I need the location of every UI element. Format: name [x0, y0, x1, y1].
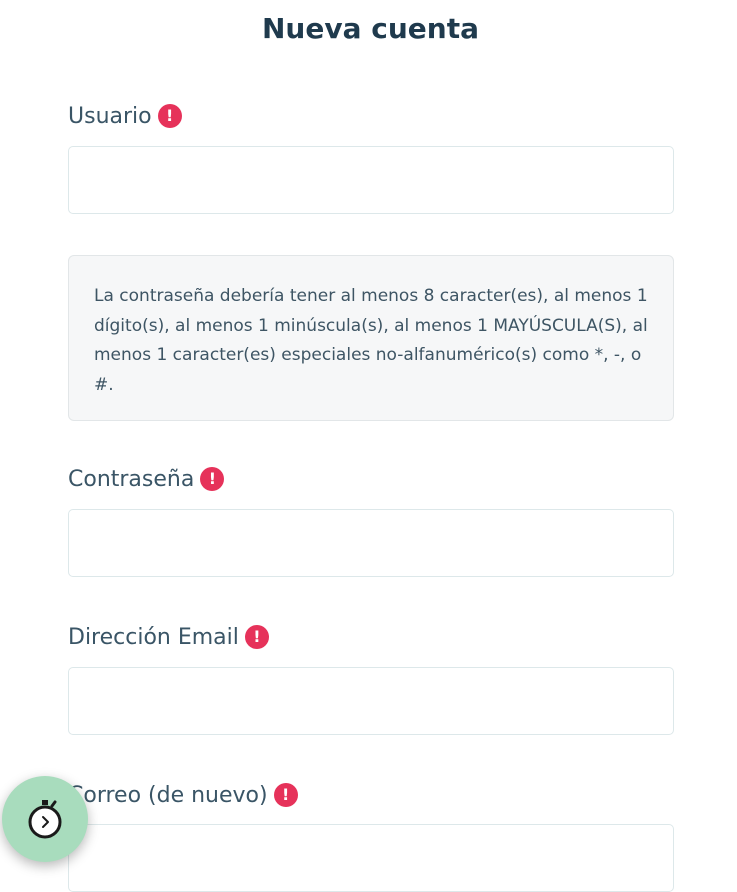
email-confirm-label-text: Correo (de nuevo)	[68, 782, 268, 808]
stopwatch-icon	[28, 800, 62, 839]
email-confirm-label: Correo (de nuevo) !	[68, 780, 298, 810]
email-confirm-input[interactable]	[68, 824, 674, 892]
page-title: Nueva cuenta	[262, 12, 479, 45]
username-input[interactable]	[68, 146, 674, 214]
password-label: Contraseña !	[68, 464, 225, 494]
timer-fab-button[interactable]	[2, 776, 88, 862]
password-label-text: Contraseña	[68, 466, 195, 492]
username-label: Usuario !	[68, 101, 182, 131]
password-policy-box: La contraseña debería tener al menos 8 c…	[68, 255, 674, 421]
username-label-text: Usuario	[68, 103, 152, 129]
email-label: Dirección Email !	[68, 622, 269, 652]
email-input[interactable]	[68, 667, 674, 735]
password-policy-text: La contraseña debería tener al menos 8 c…	[94, 286, 648, 395]
email-label-text: Dirección Email	[68, 624, 239, 650]
required-icon: !	[157, 104, 182, 128]
required-icon: !	[244, 625, 269, 649]
password-input[interactable]	[68, 509, 674, 577]
required-icon: !	[273, 783, 298, 807]
required-icon: !	[200, 467, 225, 491]
